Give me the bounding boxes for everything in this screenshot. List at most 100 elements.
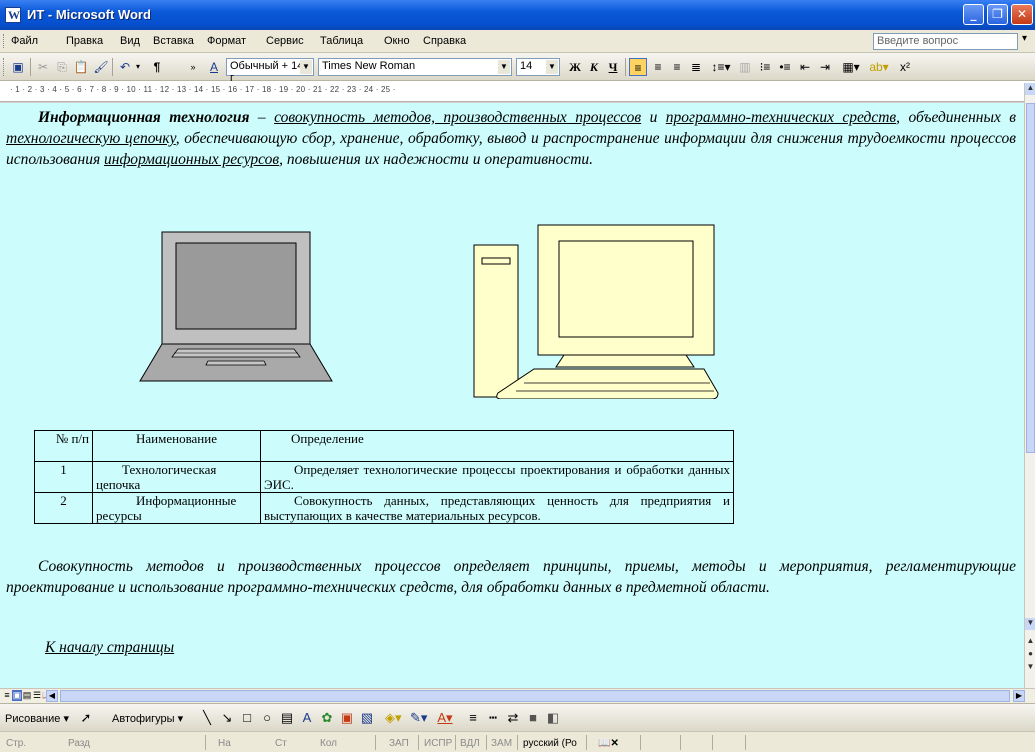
font-select[interactable]: Times New Roman ▼ [318,58,512,76]
paste-icon[interactable]: 📋 [73,58,89,76]
browse-object-icon[interactable]: ● [1025,649,1035,658]
draw-menu-button[interactable]: Рисование ▾ [5,712,69,725]
back-to-top-container: К началу страницы [45,637,174,658]
autoshapes-button[interactable]: Автофигуры ▾ [112,712,183,725]
dash-style-icon[interactable]: ┅ [485,710,501,726]
horizontal-ruler[interactable]: · 1 · 2 · 3 · 4 · 5 · 6 · 7 · 8 · 9 · 10… [0,81,1035,102]
highlight-icon[interactable]: ab▾ [866,58,892,76]
wordart-icon[interactable]: A [299,710,315,726]
columns-icon[interactable]: ▥ [737,58,753,76]
minimize-button[interactable]: _ [963,4,984,25]
vertical-scroll-thumb[interactable] [1026,103,1035,453]
line-tool-icon[interactable]: ╲ [199,710,215,726]
copy-icon[interactable]: ⎘ [54,58,70,76]
menu-table[interactable]: Таблица [320,35,363,47]
scroll-down-icon[interactable]: ▼ [1025,618,1035,630]
superscript-icon[interactable]: x² [896,58,914,76]
link-methods[interactable]: совокупность методов, производственных п… [274,109,641,126]
status-language[interactable]: русский (Ро [523,738,577,749]
status-overtype[interactable]: ЗАМ [491,738,512,749]
textbox-icon[interactable]: ▤ [279,710,295,726]
line-color-icon[interactable]: ✎▾ [410,710,427,726]
font-color-icon[interactable]: A▾ [437,710,453,726]
print-view-icon[interactable]: ▤ [22,690,32,701]
menu-window[interactable]: Окно [384,35,410,47]
toolbar-overflow-icon[interactable]: » [188,58,198,76]
ruler-marks: · 1 · 2 · 3 · 4 · 5 · 6 · 7 · 8 · 9 · 10… [10,85,396,94]
status-track-changes[interactable]: ИСПР [424,738,452,749]
align-right-icon[interactable]: ≡ [669,58,685,76]
undo-dropdown-icon[interactable]: ▾ [134,58,142,76]
borders-icon[interactable]: ▦▾ [840,58,862,76]
arrow-tool-icon[interactable]: ↘ [219,710,235,726]
link-tech-chain[interactable]: технологическую цепочку [6,130,176,147]
size-dropdown-icon[interactable]: ▼ [546,60,558,74]
menu-tools[interactable]: Сервис [266,35,304,47]
select-objects-icon[interactable]: ➚ [78,710,94,726]
decrease-indent-icon[interactable]: ⇤ [797,58,813,76]
justify-icon[interactable]: ≣ [688,58,704,76]
font-dropdown-icon[interactable]: ▼ [498,60,510,74]
scroll-right-icon[interactable]: ▶ [1013,690,1025,702]
toolbar-grip[interactable] [3,58,6,76]
cut-icon[interactable]: ✂ [35,58,51,76]
next-page-icon[interactable]: ▼ [1025,662,1035,671]
underline-button[interactable]: Ч [605,58,621,76]
menu-file[interactable]: Файл [11,35,38,47]
align-center-icon[interactable]: ≡ [650,58,666,76]
line-style-icon[interactable]: ≡ [465,710,481,726]
save-icon[interactable]: ▣ [10,58,26,76]
italic-button[interactable]: К [586,58,602,76]
link-info-resources[interactable]: информационных ресурсов [104,151,279,168]
scroll-left-icon[interactable]: ◀ [46,690,58,702]
insert-picture-icon[interactable]: ▧ [359,710,375,726]
menu-view[interactable]: Вид [120,35,140,47]
scroll-up-icon[interactable]: ▲ [1025,83,1035,95]
vertical-scrollbar[interactable]: ▲ ▼ ▲ ● ▼ [1024,83,1035,688]
menu-edit[interactable]: Правка [66,35,103,47]
outline-view-icon[interactable]: ☰ [32,690,42,701]
horizontal-scrollbar[interactable]: ≡ ▣ ▤ ☰ 📖 ◀ ▶ [0,688,1035,703]
fill-color-icon[interactable]: ◈▾ [385,710,402,726]
arrow-style-icon[interactable]: ⇄ [505,710,521,726]
style-dropdown-icon[interactable]: ▼ [300,60,312,74]
bullets-icon[interactable]: •≡ [777,58,793,76]
shadow-style-icon[interactable]: ■ [525,710,541,726]
clipart-icon[interactable]: ▣ [339,710,355,726]
styles-icon[interactable]: A [206,58,222,76]
ask-question-input[interactable]: Введите вопрос [873,33,1018,50]
menu-help[interactable]: Справка [423,35,466,47]
link-software-hardware[interactable]: программно-технических средств [666,109,896,126]
font-size-select[interactable]: 14 ▼ [516,58,560,76]
numbering-icon[interactable]: ⁝≡ [757,58,773,76]
status-extend[interactable]: ВДЛ [460,738,480,749]
restore-button[interactable]: ❐ [987,4,1008,25]
increase-indent-icon[interactable]: ⇥ [817,58,833,76]
menu-format[interactable]: Формат [207,35,246,47]
toolbar-separator [625,58,626,76]
ask-dropdown-icon[interactable]: ▾ [1022,33,1027,44]
close-button[interactable]: ✕ [1011,4,1033,25]
status-rec[interactable]: ЗАП [389,738,409,749]
normal-view-icon[interactable]: ≡ [2,690,12,701]
align-left-icon[interactable]: ≡ [629,58,647,76]
diagram-icon[interactable]: ✿ [319,710,335,726]
undo-icon[interactable]: ↶ [117,58,133,76]
3d-style-icon[interactable]: ◧ [545,710,561,726]
web-view-icon[interactable]: ▣ [12,690,22,701]
document-page[interactable]: Информационная технология – совокупность… [0,103,1024,688]
menubar-grip[interactable] [3,34,6,48]
oval-tool-icon[interactable]: ○ [259,710,275,726]
bold-button[interactable]: Ж [567,58,583,76]
menu-insert[interactable]: Вставка [153,35,194,47]
rectangle-tool-icon[interactable]: □ [239,710,255,726]
word-app-icon[interactable] [5,7,21,23]
spelling-status-icon[interactable]: 📖✕ [598,738,619,749]
format-painter-icon[interactable]: 🖌 [93,58,109,76]
style-select[interactable]: Обычный + 14 г ▼ [226,58,314,84]
previous-page-icon[interactable]: ▲ [1025,636,1035,645]
horizontal-scroll-thumb[interactable] [60,690,1010,702]
line-spacing-icon[interactable]: ↕≡▾ [710,58,732,76]
show-formatting-button[interactable]: ¶ [150,58,164,76]
back-to-top-link[interactable]: К началу страницы [45,639,174,656]
